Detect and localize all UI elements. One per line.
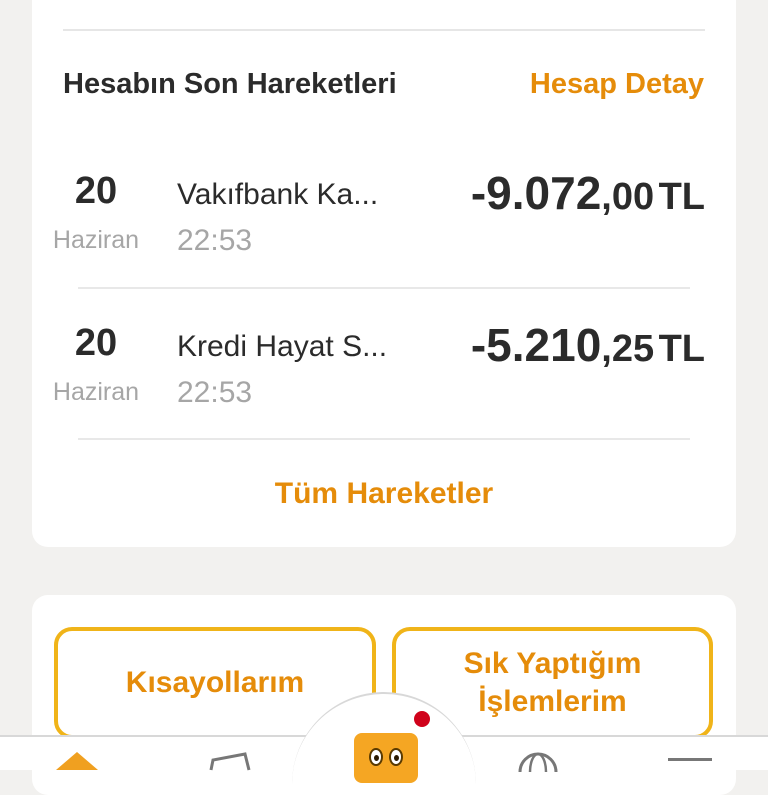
home-icon[interactable] xyxy=(52,748,102,772)
menu-icon[interactable] xyxy=(666,748,716,772)
transaction-name: Kredi Hayat S... xyxy=(177,330,388,363)
all-transactions-link[interactable]: Tüm Hareketler xyxy=(0,477,768,511)
globe-icon[interactable] xyxy=(513,748,563,772)
transaction-month: Haziran xyxy=(52,226,140,254)
section-title: Hesabın Son Hareketleri xyxy=(63,68,397,100)
amount-decimal: ,25 xyxy=(601,328,655,370)
frequent-transactions-label-line2: İşlemlerim xyxy=(478,685,627,718)
transaction-month: Haziran xyxy=(52,378,140,406)
transaction-row[interactable]: 20 Haziran Kredi Hayat S... 22:53 -5.210… xyxy=(0,319,768,472)
transaction-day: 20 xyxy=(74,170,118,212)
transaction-time: 22:53 xyxy=(177,376,253,409)
transaction-amount: -9.072,00 TL xyxy=(471,166,705,220)
mascot-eye xyxy=(369,748,383,766)
row-divider xyxy=(78,438,690,440)
amount-currency: TL xyxy=(658,176,705,218)
account-detail-link[interactable]: Hesap Detay xyxy=(530,68,704,101)
amount-integer: -5.210 xyxy=(470,319,602,371)
transaction-name: Vakıfbank Ka... xyxy=(177,178,379,211)
transaction-time: 22:53 xyxy=(177,224,253,257)
row-divider xyxy=(78,287,690,289)
shortcuts-button-label: Kısayollarım xyxy=(125,666,305,699)
amount-decimal: ,00 xyxy=(601,176,655,218)
amount-integer: -9.072 xyxy=(470,167,602,219)
mascot-icon[interactable] xyxy=(354,733,418,783)
transaction-day: 20 xyxy=(74,322,118,364)
wallet-icon[interactable] xyxy=(205,748,255,772)
divider xyxy=(63,29,705,31)
mascot-eye xyxy=(389,748,403,766)
amount-currency: TL xyxy=(658,328,705,370)
notification-dot xyxy=(414,711,430,727)
frequent-transactions-label-line1: Sık Yaptığım xyxy=(463,647,642,680)
transaction-row[interactable]: 20 Haziran Vakıfbank Ka... 22:53 -9.072,… xyxy=(0,167,768,320)
transaction-amount: -5.210,25 TL xyxy=(471,318,705,372)
